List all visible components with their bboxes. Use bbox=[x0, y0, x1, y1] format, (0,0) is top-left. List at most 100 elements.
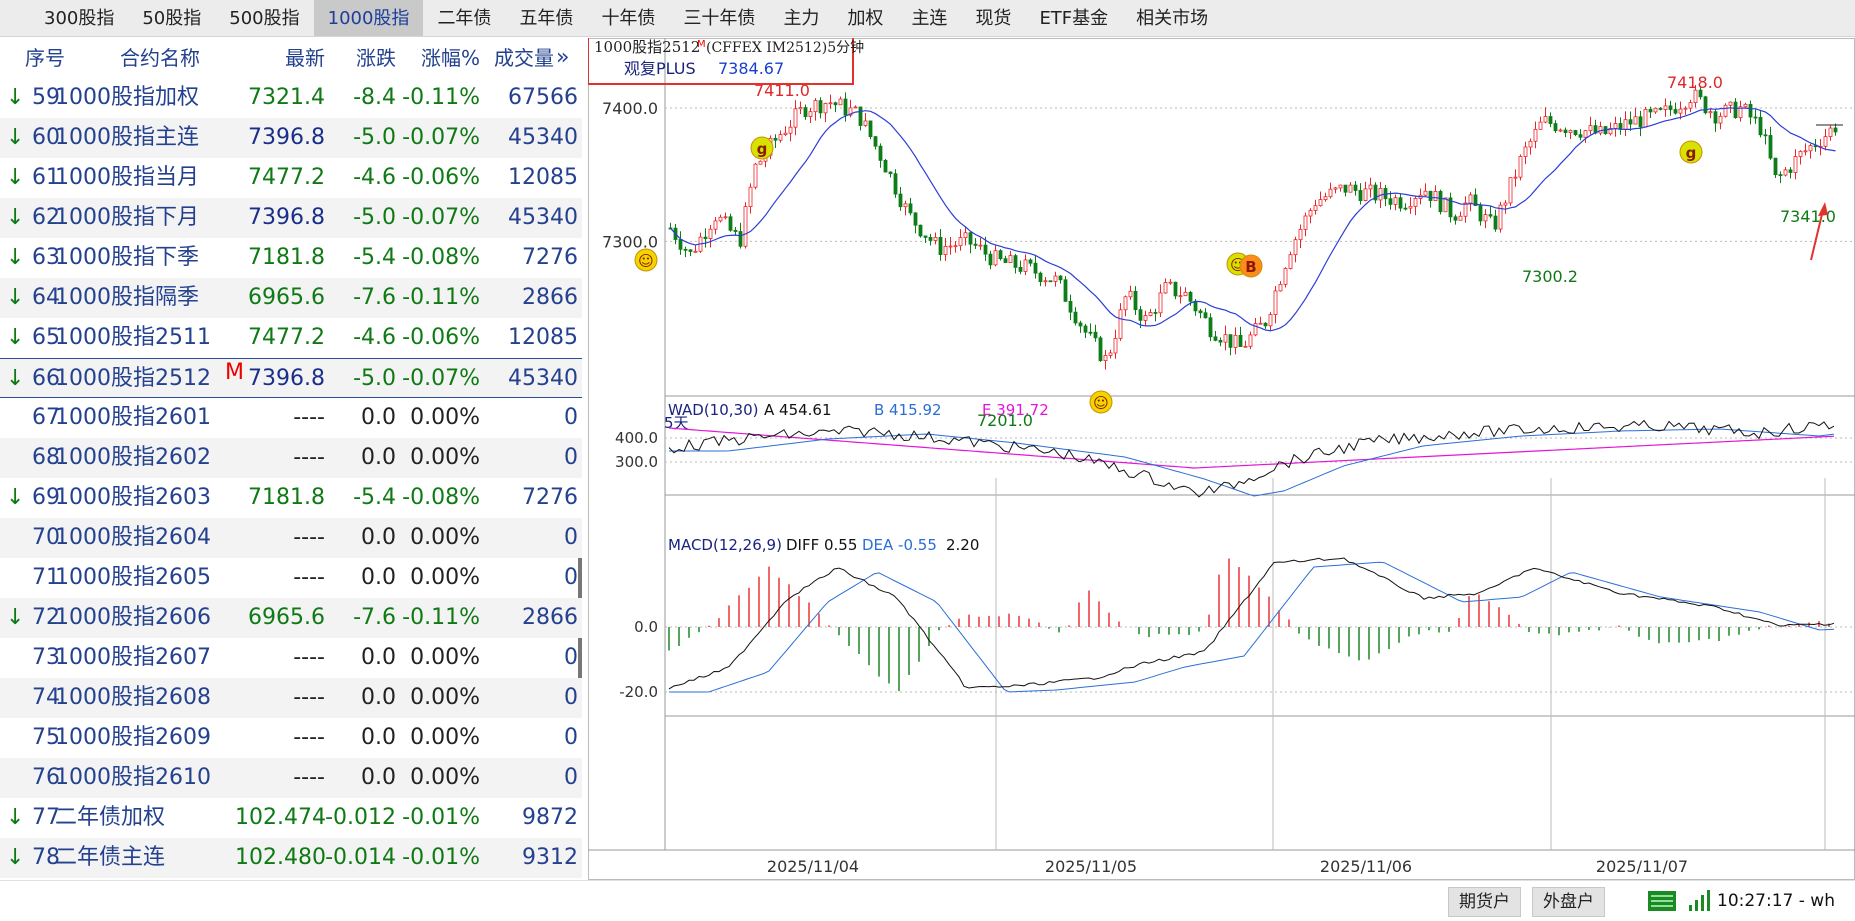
row-last: 7321.4 bbox=[248, 85, 325, 110]
candle-body bbox=[1303, 215, 1308, 230]
candle-body bbox=[1778, 174, 1783, 177]
quote-row[interactable]: 75 1000股指2609 ---- 0.0 0.00% 0 bbox=[0, 718, 582, 758]
quote-row[interactable]: ↓ 64 1000股指隔季 6965.6 -7.6 -0.11% 2866 bbox=[0, 278, 582, 318]
quote-row[interactable]: 67 1000股指2601 ---- 0.0 0.00% 0 bbox=[0, 398, 582, 438]
candle-body bbox=[1558, 129, 1563, 132]
row-last: 7396.8 bbox=[248, 125, 325, 150]
price-annotation: 7418.0 bbox=[1667, 73, 1723, 92]
futures-account-button[interactable]: 期货户 bbox=[1448, 887, 1521, 917]
row-vol: 0 bbox=[564, 565, 578, 590]
row-name: 1000股指2601 bbox=[55, 405, 211, 430]
candle-body bbox=[1548, 116, 1553, 124]
candle-body bbox=[1623, 119, 1628, 130]
candle-body bbox=[1583, 130, 1588, 138]
row-num: 59 bbox=[32, 85, 60, 110]
tab-2[interactable]: 500股指 bbox=[215, 0, 313, 36]
header-last[interactable]: 最新 bbox=[235, 38, 325, 78]
tab-5[interactable]: 五年债 bbox=[505, 0, 587, 36]
row-num: 69 bbox=[32, 485, 60, 510]
header-num[interactable]: 序号 bbox=[25, 38, 67, 78]
tab-4[interactable]: 二年债 bbox=[423, 0, 505, 36]
tab-12[interactable]: ETF基金 bbox=[1025, 0, 1122, 36]
quote-row[interactable]: ↓ 59 1000股指加权 7321.4 -8.4 -0.11% 67566 bbox=[0, 78, 582, 118]
row-chg: 0.0 bbox=[361, 525, 396, 550]
candle-body bbox=[1618, 123, 1623, 130]
row-pct: -0.06% bbox=[402, 325, 480, 350]
quote-row[interactable]: ↓ 62 1000股指下月 7396.8 -5.0 -0.07% 45340 bbox=[0, 198, 582, 238]
row-chg: -5.0 bbox=[353, 125, 396, 150]
header-more-icon[interactable]: » bbox=[556, 38, 580, 78]
quote-row[interactable]: ↓ 66 1000股指2512 M 7396.8 -5.0 -0.07% 45340 bbox=[0, 358, 582, 398]
row-pct: -0.01% bbox=[402, 845, 480, 870]
kline-chart-svg[interactable]: 7400.07300.07411.0 7418.07201.07300.27341… bbox=[587, 33, 1855, 880]
header-chg[interactable]: 涨跌 bbox=[320, 38, 396, 78]
tab-7[interactable]: 三十年债 bbox=[669, 0, 769, 36]
candle-body bbox=[793, 108, 798, 128]
row-pct: 0.00% bbox=[410, 445, 480, 470]
quote-row[interactable]: ↓ 78 二年债主连 102.480 -0.014 -0.01% 9312 bbox=[0, 838, 582, 878]
candle-body bbox=[728, 216, 733, 231]
quote-row[interactable]: ↓ 61 1000股指当月 7477.2 -4.6 -0.06% 12085 bbox=[0, 158, 582, 198]
quote-row[interactable]: ↓ 65 1000股指2511 7477.2 -4.6 -0.06% 12085 bbox=[0, 318, 582, 358]
tab-10[interactable]: 主连 bbox=[897, 0, 961, 36]
candle-body bbox=[888, 171, 893, 175]
candle-body bbox=[1508, 177, 1513, 204]
candle-body bbox=[1103, 355, 1108, 362]
foreign-account-button[interactable]: 外盘户 bbox=[1532, 887, 1605, 917]
kline-chart[interactable]: 7400.0 7300.0 7411.0 7418.0 7201.0 7300.2 7341… bbox=[587, 33, 1855, 880]
quote-row[interactable]: 71 1000股指2605 ---- 0.0 0.00% 0 bbox=[0, 558, 582, 598]
candle-body bbox=[1403, 207, 1408, 210]
tab-13[interactable]: 相关市场 bbox=[1122, 0, 1222, 36]
quote-row[interactable]: 74 1000股指2608 ---- 0.0 0.00% 0 bbox=[0, 678, 582, 718]
candle-body bbox=[1773, 157, 1778, 176]
status-bar: 期货户 外盘户 10:27:17 - wh bbox=[0, 880, 1855, 921]
macd-value: 2.20 bbox=[946, 536, 979, 554]
quote-row[interactable]: 73 1000股指2607 ---- 0.0 0.00% 0 bbox=[0, 638, 582, 678]
row-last: 6965.6 bbox=[248, 285, 325, 310]
row-vol: 0 bbox=[564, 405, 578, 430]
row-pct: -0.06% bbox=[402, 165, 480, 190]
tab-9[interactable]: 加权 bbox=[833, 0, 897, 36]
candle-body bbox=[903, 203, 908, 208]
candle-body bbox=[1723, 104, 1728, 117]
tab-8[interactable]: 主力 bbox=[769, 0, 833, 36]
candle-body bbox=[1353, 184, 1358, 191]
candle-body bbox=[1643, 108, 1648, 128]
candle-body bbox=[743, 206, 748, 247]
tab-6[interactable]: 十年债 bbox=[587, 0, 669, 36]
quote-row[interactable]: ↓ 77 二年债加权 102.474 -0.012 -0.01% 9872 bbox=[0, 798, 582, 838]
wad-tick-label: 300.0 bbox=[615, 453, 658, 471]
quote-row[interactable]: ↓ 72 1000股指2606 6965.6 -7.6 -0.11% 2866 bbox=[0, 598, 582, 638]
tab-0[interactable]: 300股指 bbox=[0, 0, 128, 36]
row-vol: 45340 bbox=[508, 205, 578, 230]
row-num: 74 bbox=[32, 685, 60, 710]
row-last: 7181.8 bbox=[248, 245, 325, 270]
tab-3[interactable]: 1000股指 bbox=[313, 0, 424, 36]
candle-body bbox=[1003, 258, 1008, 263]
candle-body bbox=[1238, 334, 1243, 348]
tab-11[interactable]: 现货 bbox=[961, 0, 1025, 36]
quote-row[interactable]: ↓ 60 1000股指主连 7396.8 -5.0 -0.07% 45340 bbox=[0, 118, 582, 158]
quote-row[interactable]: 68 1000股指2602 ---- 0.0 0.00% 0 bbox=[0, 438, 582, 478]
row-pct: 0.00% bbox=[410, 405, 480, 430]
header-vol[interactable]: 成交量 bbox=[484, 38, 554, 78]
candle-body bbox=[1748, 103, 1753, 118]
row-pct: -0.08% bbox=[402, 245, 480, 270]
header-name[interactable]: 合约名称 bbox=[90, 38, 230, 78]
candle-body bbox=[1668, 105, 1673, 110]
tab-1[interactable]: 50股指 bbox=[128, 0, 215, 36]
candle-body bbox=[1598, 126, 1603, 134]
row-last: ---- bbox=[293, 405, 325, 430]
candle-body bbox=[1488, 214, 1493, 217]
signal-icon bbox=[1689, 890, 1710, 911]
candle-body bbox=[1578, 134, 1583, 138]
quote-row[interactable]: 76 1000股指2610 ---- 0.0 0.00% 0 bbox=[0, 758, 582, 798]
quote-row[interactable]: 70 1000股指2604 ---- 0.0 0.00% 0 bbox=[0, 518, 582, 558]
candle-body bbox=[1768, 135, 1773, 159]
row-pct: -0.11% bbox=[402, 285, 480, 310]
header-pct[interactable]: 涨幅% bbox=[396, 38, 480, 78]
quote-row[interactable]: ↓ 63 1000股指下季 7181.8 -5.4 -0.08% 7276 bbox=[0, 238, 582, 278]
candle-body bbox=[1683, 107, 1688, 110]
quote-row[interactable]: ↓ 69 1000股指2603 7181.8 -5.4 -0.08% 7276 bbox=[0, 478, 582, 518]
candle-body bbox=[1113, 337, 1118, 354]
